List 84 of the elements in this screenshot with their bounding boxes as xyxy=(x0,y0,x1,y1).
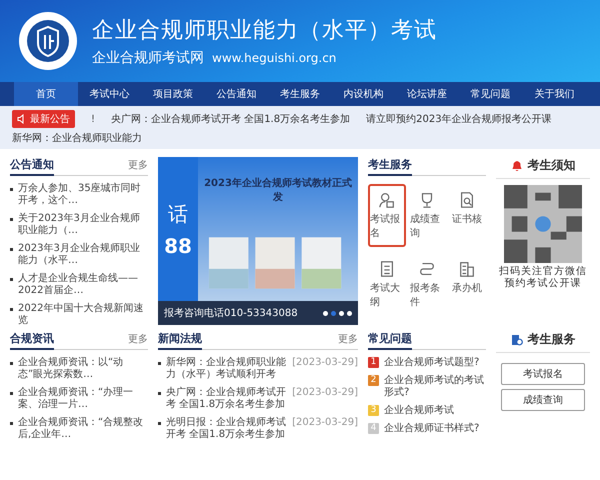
ticker-link[interactable]: 央广网：企业合规师考试开考 全国1.8万余名考生参加 xyxy=(111,112,350,126)
more-link[interactable]: 更多 xyxy=(338,332,358,346)
document-search-icon xyxy=(458,191,476,209)
bullet-icon xyxy=(10,278,13,281)
bullet-icon xyxy=(10,392,13,395)
ticker-link[interactable]: 请立即预约2023年企业合规师报考公开课 xyxy=(366,112,552,126)
nav-tab[interactable]: 项目政策 xyxy=(141,82,205,106)
news-date: [2023-03-29] xyxy=(292,357,358,369)
carousel-dot[interactable] xyxy=(323,310,328,316)
notice-link[interactable]: 2022年中国十大合规新闻速览 xyxy=(18,303,148,327)
nav-tab[interactable]: 考试中心 xyxy=(78,82,142,106)
faq-link[interactable]: 企业合规师证书样式? xyxy=(384,423,480,435)
carousel-dot[interactable] xyxy=(347,310,352,316)
nav-tab[interactable]: 公告通知 xyxy=(204,82,268,106)
logo-icon xyxy=(18,11,78,71)
bell-icon xyxy=(510,160,522,172)
faq-link[interactable]: 企业合规师考试题型? xyxy=(384,357,480,369)
site-url: www.heguishi.org.cn xyxy=(212,51,336,65)
section-title: 常见问题 xyxy=(368,331,412,350)
banner-number: 88 xyxy=(164,234,192,258)
section-title: 公告通知 xyxy=(10,157,54,176)
panel-title: 考生须知 xyxy=(528,157,576,174)
section-title: 合规资讯 xyxy=(10,331,54,350)
service-link[interactable]: 考试报名 xyxy=(368,184,406,247)
notice-link[interactable]: 万余人参加、35座城市同时开考，这个… xyxy=(18,183,148,207)
nav-tab[interactable]: 论坛讲座 xyxy=(395,82,459,106)
bullet-icon xyxy=(10,188,13,191)
bullet-icon xyxy=(158,392,161,395)
service-link[interactable]: 证书核 xyxy=(448,184,486,247)
bullet-icon xyxy=(10,308,13,311)
news-link[interactable]: 光明日报：企业合规师考试开考 全国1.8万余考生参加 xyxy=(166,417,288,441)
bullet-icon xyxy=(10,218,13,221)
banner-headline: 2023年企业合规师考试教材正式发 xyxy=(203,176,353,204)
bullet-icon xyxy=(158,422,161,425)
panel-title: 考生服务 xyxy=(528,331,576,348)
qr-caption: 扫码关注官方微信预约考试公开课 xyxy=(499,266,587,290)
news-link[interactable]: 企业合规师资讯：“合规整改后,企业年… xyxy=(18,417,148,441)
building-icon xyxy=(458,260,476,278)
nav-tab[interactable]: 考生服务 xyxy=(268,82,332,106)
ticker-link[interactable]: 新华网：企业合规师职业能力 xyxy=(12,131,142,145)
news-link[interactable]: 企业合规师资讯：“办理一案、治理一片… xyxy=(18,387,148,411)
faq-link[interactable]: 企业合规师考试的考试形式? xyxy=(384,375,486,399)
section-title: 考生服务 xyxy=(368,157,412,176)
carousel-dot[interactable] xyxy=(331,310,336,316)
site-title: 企业合规师职业能力（水平）考试 xyxy=(92,17,437,45)
nav-tab[interactable]: 常见问题 xyxy=(458,82,522,106)
news-link[interactable]: 新华网：企业合规师职业能力（水平）考试顺利开考 xyxy=(166,357,288,381)
bullet-icon xyxy=(158,362,161,365)
rank-badge: 3 xyxy=(368,405,379,416)
badge-label: 最新公告 xyxy=(30,112,70,126)
notice-link[interactable]: 人才是企业合规生命线——2022首届企… xyxy=(18,273,148,297)
notice-link[interactable]: 关于2023年3月企业合规师职业能力（… xyxy=(18,213,148,237)
service-icon xyxy=(510,334,522,346)
banner-text: 话 xyxy=(168,200,188,228)
service-link[interactable]: 承办机 xyxy=(448,253,486,316)
person-icon xyxy=(378,191,396,209)
more-link[interactable]: 更多 xyxy=(128,332,148,346)
ticker-mark: ! xyxy=(91,114,96,124)
rank-badge: 1 xyxy=(368,357,379,368)
bullet-icon xyxy=(10,362,13,365)
document-icon xyxy=(378,260,396,278)
notice-link[interactable]: 2023年3月企业合规师职业能力（水平… xyxy=(18,243,148,267)
rank-badge: 2 xyxy=(368,375,379,386)
banner-caption: 报考咨询电话010-53343088 xyxy=(164,306,298,320)
news-date: [2023-03-29] xyxy=(292,417,358,429)
site-name: 企业合规师考试网 xyxy=(92,49,204,67)
service-button[interactable]: 成绩查询 xyxy=(500,389,586,411)
service-link[interactable]: 考试大纲 xyxy=(368,253,406,316)
bullet-icon xyxy=(10,248,13,251)
carousel-dot[interactable] xyxy=(339,310,344,316)
section-title: 新闻法规 xyxy=(158,331,202,350)
faq-link[interactable]: 企业合规师考试 xyxy=(384,405,454,417)
service-link[interactable]: 成绩查询 xyxy=(408,184,446,247)
nav-tab[interactable]: 内设机构 xyxy=(332,82,396,106)
service-link[interactable]: 报考条件 xyxy=(408,253,446,316)
nav-tab[interactable]: 首页 xyxy=(14,82,78,106)
nav-tab[interactable]: 关于我们 xyxy=(522,82,586,106)
bullet-icon xyxy=(10,422,13,425)
news-link[interactable]: 企业合规师资讯：以“动态”眼光探索数… xyxy=(18,357,148,381)
news-date: [2023-03-29] xyxy=(292,387,358,399)
service-button[interactable]: 考试报名 xyxy=(500,363,586,385)
news-link[interactable]: 央广网：企业合规师考试开考 全国1.8万余名考生参加 xyxy=(166,387,288,411)
more-link[interactable]: 更多 xyxy=(128,158,148,172)
route-icon xyxy=(418,260,436,278)
